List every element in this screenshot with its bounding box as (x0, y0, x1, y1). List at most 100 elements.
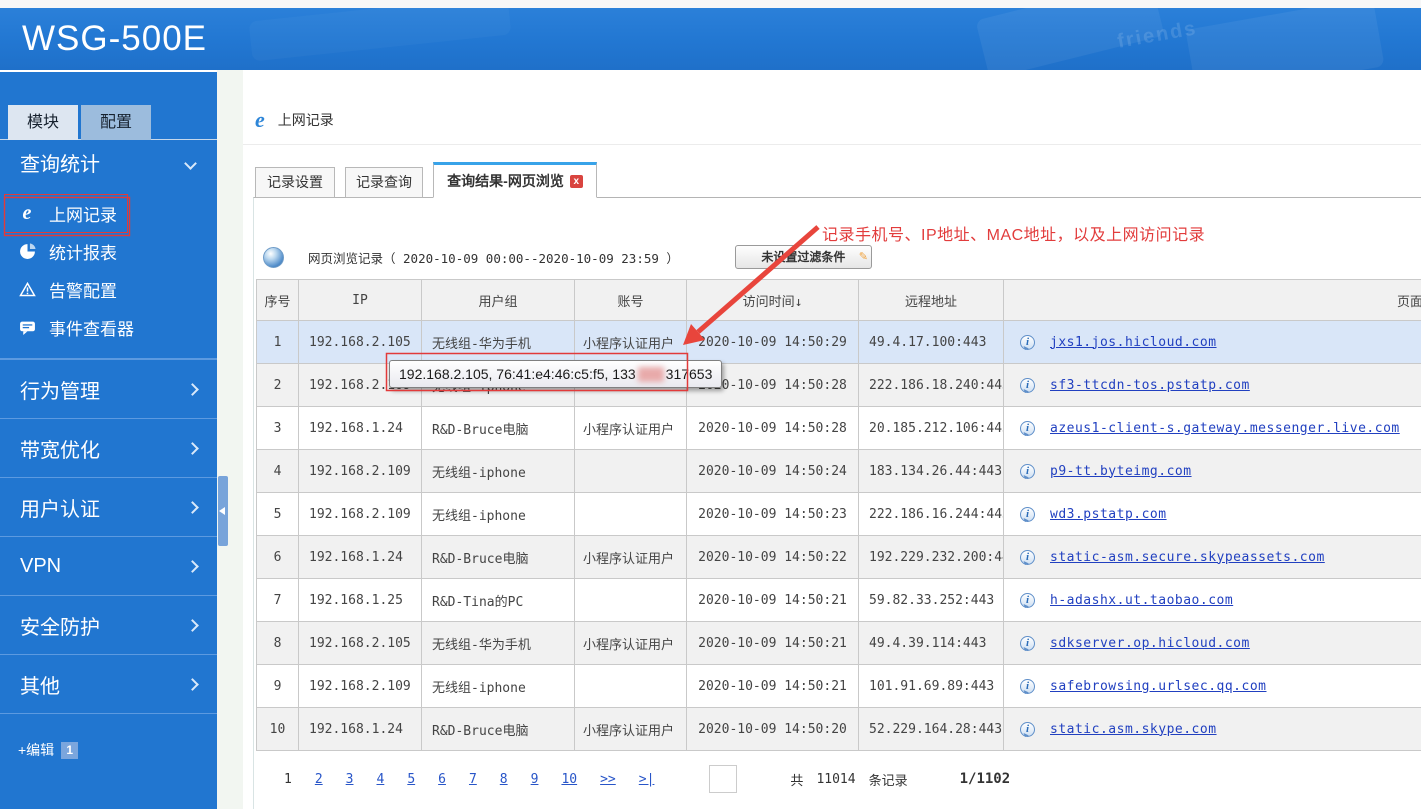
cell-no: 8 (256, 621, 299, 665)
cell-remote: 59.82.33.252:443 (858, 578, 1004, 622)
section-label: 带宽优化 (20, 439, 100, 462)
ie-icon: e (255, 107, 265, 132)
site-link[interactable]: safebrowsing.urlsec.qq.com (1050, 679, 1267, 694)
column-header-0: 序号 (256, 279, 299, 321)
cell-no: 10 (256, 707, 299, 751)
sidebar-collapse-handle[interactable] (218, 476, 228, 546)
cell-ip: 192.168.1.24 (298, 535, 422, 579)
page-link->>[interactable]: >> (600, 772, 616, 787)
sidebar-tab-config[interactable]: 配置 (81, 105, 151, 140)
total-prefix: 共 (790, 773, 804, 789)
cell-site: i sf3-ttcdn-tos.pstatp.com (1003, 363, 1421, 407)
site-link[interactable]: wd3.pstatp.com (1050, 507, 1167, 522)
info-icon[interactable]: i (1020, 549, 1035, 565)
site-link[interactable]: h-adashx.ut.taobao.com (1050, 593, 1233, 608)
page-link->|[interactable]: >| (639, 772, 655, 787)
keyboard-key-shape (249, 8, 512, 61)
close-icon[interactable]: x (569, 174, 583, 188)
sidebar-item-上网记录[interactable]: e 上网记录 (0, 194, 217, 233)
tab-record-settings[interactable]: 记录设置 (255, 167, 335, 198)
sidebar-item-事件查看器[interactable]: 事件查看器 (0, 308, 217, 346)
site-link[interactable]: static-asm.secure.skypeassets.com (1050, 550, 1325, 565)
filter-condition-button[interactable]: 未设置过滤条件 ✎ (734, 245, 872, 269)
total-suffix: 条记录 (868, 773, 908, 789)
sidebar-group-query-stats[interactable]: 查询统计 (0, 140, 217, 190)
sidebar-section-安全防护[interactable]: 安全防护 (0, 595, 217, 654)
cell-time: 2020-10-09 14:50:21 (686, 578, 859, 622)
sidebar-section-行为管理[interactable]: 行为管理 (0, 359, 217, 418)
cell-no: 3 (256, 406, 299, 450)
sidebar-item-label: 上网记录 (49, 205, 117, 225)
cell-remote: 222.186.16.244:443 (858, 492, 1004, 536)
sidebar-section-用户认证[interactable]: 用户认证 (0, 477, 217, 536)
page-link-4[interactable]: 4 (376, 772, 384, 787)
sidebar-item-告警配置[interactable]: 告警配置 (0, 270, 217, 308)
page-link-5[interactable]: 5 (407, 772, 415, 787)
cell-account: 小程序认证用户 (574, 406, 687, 450)
header-banner: friends WSG-500E (0, 8, 1421, 70)
column-header-4[interactable]: 访问时间↓ (686, 279, 859, 321)
column-header-5: 远程地址 (858, 279, 1004, 321)
page-link-8[interactable]: 8 (500, 772, 508, 787)
cell-time: 2020-10-09 14:50:22 (686, 535, 859, 579)
cell-time: 2020-10-09 14:50:24 (686, 449, 859, 493)
page-link-10[interactable]: 10 (561, 772, 577, 787)
mac-phone-tooltip: 192.168.2.105, 76:41:e4:46:c5:f5, 133 317… (389, 360, 723, 388)
breadcrumb-label: 上网记录 (277, 112, 334, 128)
cell-time: 2020-10-09 14:50:21 (686, 621, 859, 665)
cell-no: 4 (256, 449, 299, 493)
table-row: 7 192.168.1.25 R&D-Tina的PC 2020-10-09 14:50… (256, 578, 1421, 622)
cell-account (574, 664, 687, 708)
page-jump-input[interactable] (709, 765, 738, 793)
page-link-7[interactable]: 7 (469, 772, 477, 787)
cell-site: i azeus1-client-s.gateway.messenger.live.… (1003, 406, 1421, 450)
info-icon[interactable]: i (1020, 420, 1035, 436)
content-tab-strip: 记录设置 记录查询 查询结果-网页浏览 x (253, 162, 605, 198)
page-link-3[interactable]: 3 (346, 772, 354, 787)
site-link[interactable]: azeus1-client-s.gateway.messenger.live.c… (1050, 421, 1400, 436)
tab-query-result-label: 查询结果-网页浏览 (447, 172, 564, 189)
info-icon[interactable]: i (1020, 377, 1035, 393)
info-icon[interactable]: i (1020, 635, 1035, 651)
edit-count-badge: 1 (61, 741, 79, 759)
cell-group: R&D-Tina的PC (421, 578, 575, 622)
tab-record-query[interactable]: 记录查询 (345, 167, 423, 198)
site-link[interactable]: p9-tt.byteimg.com (1050, 464, 1192, 479)
cell-group: R&D-Bruce电脑 (421, 707, 575, 751)
site-link[interactable]: sdkserver.op.hicloud.com (1050, 636, 1250, 651)
tab-query-result[interactable]: 查询结果-网页浏览 x (433, 162, 597, 198)
cell-site: i sdkserver.op.hicloud.com (1003, 621, 1421, 665)
chevron-right-icon (186, 560, 199, 573)
info-icon[interactable]: i (1020, 506, 1035, 522)
app-title: WSG-500E (22, 19, 207, 58)
record-total: 共 11014 条记录 (790, 770, 907, 789)
page-link-9[interactable]: 9 (531, 772, 539, 787)
section-label: VPN (20, 554, 62, 577)
cell-remote: 20.185.212.106:443 (858, 406, 1004, 450)
cell-remote: 49.4.17.100:443 (858, 320, 1004, 364)
sidebar-section-其他[interactable]: 其他 (0, 654, 217, 713)
site-link[interactable]: sf3-ttcdn-tos.pstatp.com (1050, 378, 1250, 393)
sidebar-item-统计报表[interactable]: 统计报表 (0, 232, 217, 270)
cell-no: 9 (256, 664, 299, 708)
chevron-right-icon (186, 619, 199, 632)
info-icon[interactable]: i (1020, 592, 1035, 608)
info-icon[interactable]: i (1020, 678, 1035, 694)
sidebar-section-VPN[interactable]: VPN (0, 536, 217, 595)
sidebar-edit-button[interactable]: +编辑 1 (0, 740, 217, 760)
cell-no: 5 (256, 492, 299, 536)
info-icon[interactable]: i (1020, 721, 1035, 737)
page-link-6[interactable]: 6 (438, 772, 446, 787)
site-link[interactable]: static.asm.skype.com (1050, 722, 1217, 737)
cell-remote: 192.229.232.200:443 (858, 535, 1004, 579)
site-link[interactable]: jxs1.jos.hicloud.com (1050, 335, 1217, 350)
cell-ip: 192.168.1.25 (298, 578, 422, 622)
page-link-2[interactable]: 2 (315, 772, 323, 787)
sidebar-tab-module[interactable]: 模块 (8, 105, 78, 140)
sidebar-section-带宽优化[interactable]: 带宽优化 (0, 418, 217, 477)
info-icon[interactable]: i (1020, 463, 1035, 479)
info-icon[interactable]: i (1020, 334, 1035, 350)
cell-site: i jxs1.jos.hicloud.com (1003, 320, 1421, 364)
chevron-right-icon (186, 442, 199, 455)
tooltip-prefix: 192.168.2.105, 76:41:e4:46:c5:f5, 133 (399, 366, 636, 382)
